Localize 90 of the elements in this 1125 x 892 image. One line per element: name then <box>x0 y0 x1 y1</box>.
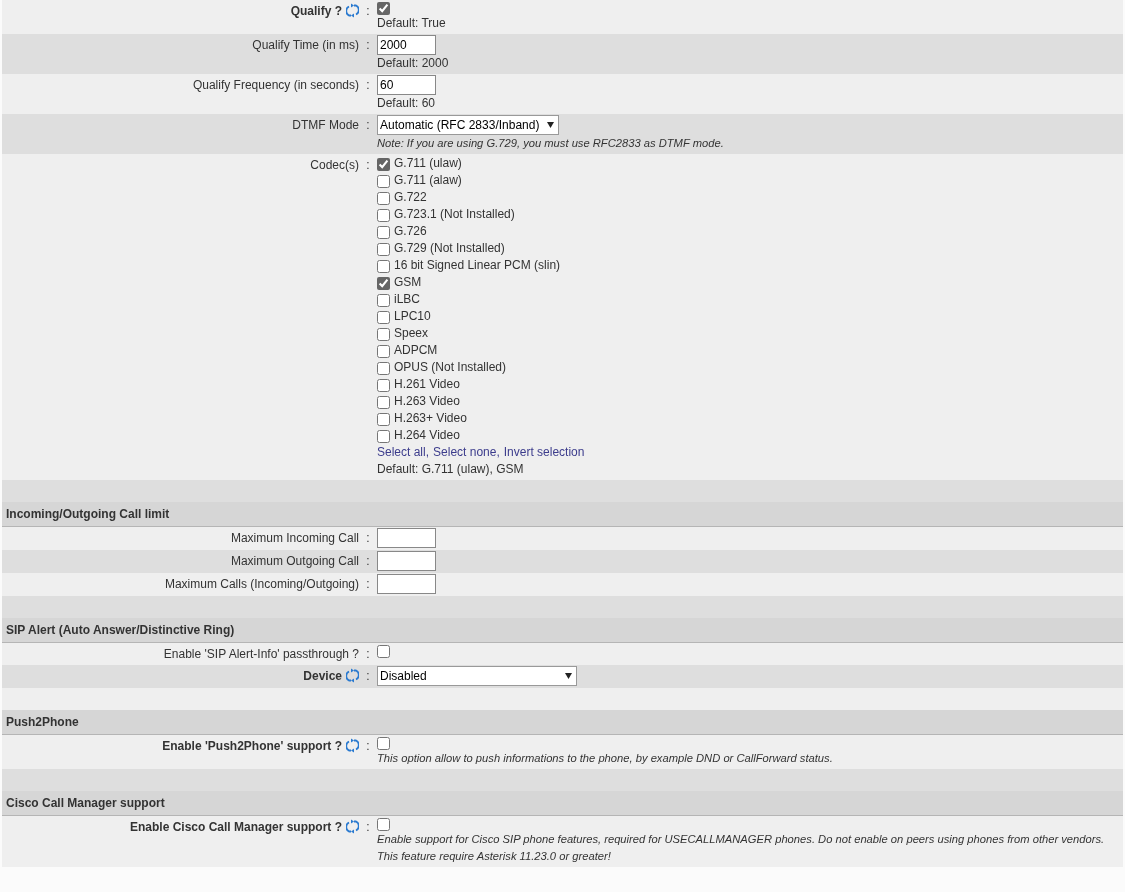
field-label: DTMF Mode <box>292 117 359 134</box>
colon-separator: : <box>365 37 371 54</box>
codec-checkbox[interactable] <box>377 208 390 222</box>
colon-separator: : <box>365 3 371 20</box>
codec-checkbox[interactable] <box>377 395 390 409</box>
colon-separator: : <box>365 738 371 755</box>
codec-checkbox[interactable] <box>377 327 390 341</box>
field-label: Qualify Frequency (in seconds) <box>192 77 359 94</box>
dropdown[interactable]: Disabled <box>377 666 577 686</box>
codec-label: G.711 (alaw) <box>394 172 462 189</box>
codec-label: ADPCM <box>394 342 438 359</box>
text-input[interactable]: 60 <box>377 75 436 95</box>
field-label: Qualify Time (in ms) <box>252 37 359 54</box>
text-input[interactable] <box>377 528 436 548</box>
codec-label: Speex <box>394 325 429 342</box>
codec-checkbox[interactable] <box>377 310 390 324</box>
codec-label: LPC10 <box>394 308 431 325</box>
refresh-icon[interactable] <box>346 819 359 834</box>
codec-checkbox[interactable] <box>377 259 390 273</box>
default-hint: Default: True <box>377 15 446 32</box>
codec-label: G.722 <box>394 189 427 206</box>
codec-label: H.263 Video <box>394 393 460 410</box>
field-label: Enable 'SIP Alert-Info' passthrough ? <box>163 646 359 663</box>
field-label: Device <box>303 668 342 685</box>
refresh-icon[interactable] <box>346 738 359 753</box>
note-text: This feature require Asterisk 11.23.0 or greater! <box>377 849 611 864</box>
colon-separator: : <box>365 668 371 685</box>
codec-checkbox[interactable] <box>377 429 390 443</box>
codec-checkbox[interactable] <box>377 361 390 375</box>
colon-separator: : <box>365 576 371 593</box>
refresh-icon[interactable] <box>346 3 359 18</box>
codec-checkbox[interactable] <box>377 293 390 307</box>
field-label: Enable 'Push2Phone' support ? <box>162 738 342 755</box>
text-input[interactable] <box>377 551 436 571</box>
codec-checkbox[interactable] <box>377 242 390 256</box>
codec-checkbox[interactable] <box>377 378 390 392</box>
colon-separator: : <box>365 117 371 134</box>
note-text: Enable support for Cisco SIP phone features, required for USECALLMANAGER phones. Do not enable on peers using phones from other vendors. <box>377 832 1105 847</box>
selection-link[interactable]: Select none, <box>433 444 500 461</box>
default-hint: Default: G.711 (ulaw), GSM <box>377 461 524 478</box>
field-label: Maximum Incoming Call <box>230 530 359 547</box>
codec-checkbox[interactable] <box>377 344 390 358</box>
section-header: Cisco Call Manager support <box>2 791 1123 816</box>
colon-separator: : <box>365 530 371 547</box>
codec-checkbox[interactable] <box>377 412 390 426</box>
field-label: Codec(s) <box>310 157 359 174</box>
colon-separator: : <box>365 77 371 94</box>
refresh-icon[interactable] <box>346 668 359 683</box>
checkbox[interactable] <box>377 737 390 750</box>
section-header: Incoming/Outgoing Call limit <box>2 502 1123 527</box>
caret-icon <box>547 122 554 128</box>
checkbox[interactable] <box>377 818 390 831</box>
colon-separator: : <box>365 157 371 174</box>
section-header: SIP Alert (Auto Answer/Distinctive Ring) <box>2 618 1123 643</box>
codec-label: 16 bit Signed Linear PCM (slin) <box>394 257 561 274</box>
text-input[interactable]: 2000 <box>377 35 436 55</box>
field-label: Qualify ? <box>290 3 342 20</box>
note-text: This option allow to push informations to the phone, by example DND or CallForward status. <box>377 751 833 766</box>
colon-separator: : <box>365 646 371 663</box>
field-label: Enable Cisco Call Manager support ? <box>129 819 342 836</box>
codec-label: iLBC <box>394 291 420 308</box>
codec-label: GSM <box>394 274 422 291</box>
colon-separator: : <box>365 553 371 570</box>
text-input[interactable] <box>377 574 436 594</box>
codec-checkbox[interactable] <box>377 276 390 290</box>
codec-checkbox[interactable] <box>377 157 390 171</box>
codec-checkbox[interactable] <box>377 191 390 205</box>
codec-label: H.264 Video <box>394 427 460 444</box>
codec-checkbox[interactable] <box>377 174 390 188</box>
selection-link[interactable]: Invert selection <box>503 444 585 461</box>
section-header: Push2Phone <box>2 710 1123 735</box>
codec-label: H.261 Video <box>394 376 460 393</box>
caret-icon <box>565 673 572 679</box>
codec-label: G.711 (ulaw) <box>394 155 462 172</box>
checkbox[interactable] <box>377 645 390 658</box>
colon-separator: : <box>365 819 371 836</box>
dropdown[interactable]: Automatic (RFC 2833/Inband) <box>377 115 559 135</box>
field-label: Maximum Calls (Incoming/Outgoing) <box>164 576 359 593</box>
default-hint: Default: 60 <box>377 95 436 112</box>
codec-checkbox[interactable] <box>377 225 390 239</box>
codec-label: OPUS (Not Installed) <box>394 359 507 376</box>
codec-label: G.729 (Not Installed) <box>394 240 505 257</box>
codec-label: G.726 <box>394 223 427 240</box>
selection-link[interactable]: Select all, <box>377 444 430 461</box>
note-text: Note: If you are using G.729, you must use RFC2833 as DTMF mode. <box>377 136 724 151</box>
default-hint: Default: 2000 <box>377 55 449 72</box>
field-label: Maximum Outgoing Call <box>230 553 359 570</box>
codec-label: G.723.1 (Not Installed) <box>394 206 515 223</box>
codec-label: H.263+ Video <box>394 410 467 427</box>
checkbox[interactable] <box>377 2 390 15</box>
